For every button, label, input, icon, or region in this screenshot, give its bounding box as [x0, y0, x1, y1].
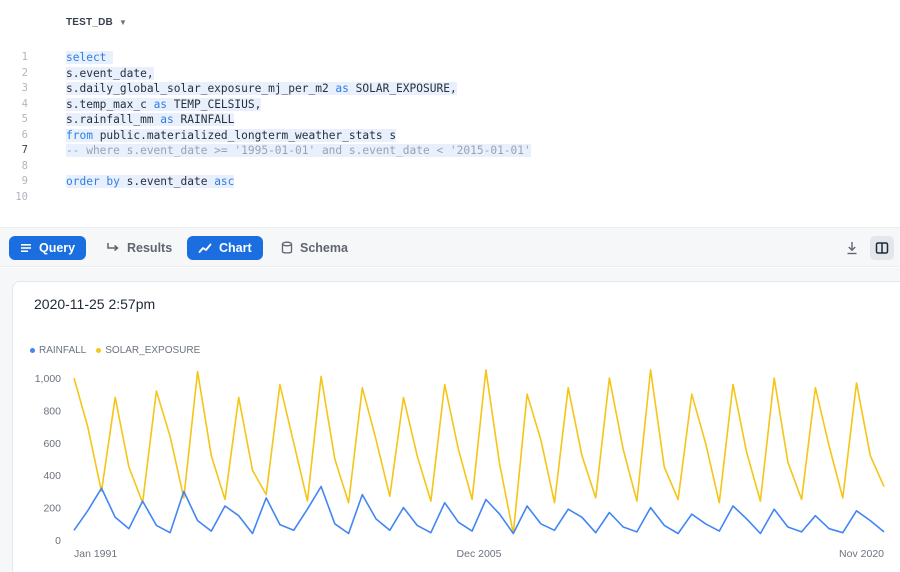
code-text: select: [66, 50, 114, 66]
code-token: public.materialized_longterm_weather_sta…: [92, 128, 397, 142]
tab-results[interactable]: Results: [95, 236, 183, 260]
code-token: as: [335, 82, 349, 95]
code-token: as: [153, 97, 168, 111]
code-token: s.daily_global_solar_exposure_mj_per_m2: [66, 82, 336, 95]
y-tick-label: 400: [43, 470, 61, 482]
tab-schema[interactable]: Schema: [270, 236, 359, 260]
series-line-solar-exposure[interactable]: [73, 369, 885, 535]
code-line[interactable]: 5 s.rainfall_mm as RAINFALL: [0, 112, 900, 128]
result-toolbar: Query Results Chart Schema: [0, 227, 900, 267]
line-chart-icon: [198, 243, 212, 253]
chevron-down-icon: ▼: [118, 18, 128, 27]
code-line[interactable]: 3 s.daily_global_solar_exposure_mj_per_m2…: [0, 81, 900, 97]
y-tick-label: 800: [43, 405, 61, 417]
code-token: -- where s.event_date >= '1995-01-01' an…: [66, 144, 531, 157]
line-number: 2: [21, 66, 28, 79]
legend-dot: [30, 348, 35, 353]
chart-legend: RAINFALL SOLAR_EXPOSURE: [30, 345, 200, 356]
line-number: 3: [21, 82, 28, 94]
tab-results-label: Results: [127, 241, 173, 255]
code-line[interactable]: 8: [0, 159, 900, 175]
download-button[interactable]: [840, 236, 864, 260]
tab-query-label: Query: [39, 241, 76, 255]
split-panel-icon: [875, 242, 889, 254]
line-number: 5: [21, 113, 28, 125]
legend-label: RAINFALL: [39, 345, 87, 356]
x-tick-label: Jan 1991: [74, 548, 117, 560]
tab-chart-label: Chart: [219, 241, 252, 255]
tab-chart[interactable]: Chart: [187, 236, 263, 260]
code-token: order by: [66, 175, 120, 188]
legend-item-rainfall[interactable]: RAINFALL: [30, 345, 86, 356]
database-name: TEST_DB: [66, 17, 113, 28]
code-text: from public.materialized_longterm_weathe…: [66, 128, 397, 144]
code-token: s.temp_max_c: [66, 97, 154, 111]
code-token: select: [66, 51, 114, 64]
code-token: s.event_date,: [66, 66, 154, 80]
code-token: SOLAR_EXPOSURE,: [348, 82, 457, 95]
lines-icon: [21, 244, 31, 252]
code-line[interactable]: 6 from public.materialized_longterm_weath…: [0, 128, 900, 144]
y-tick-label: 1,000: [35, 373, 61, 385]
code-token: from: [66, 128, 93, 142]
code-token: RAINFALL: [173, 113, 235, 126]
tab-query[interactable]: Query: [9, 236, 87, 260]
y-tick-label: 600: [43, 438, 61, 450]
code-line[interactable]: 9 order by s.event_date asc: [0, 174, 900, 190]
code-line[interactable]: 7 -- where s.event_date >= '1995-01-01' a…: [0, 143, 900, 159]
tab-schema-label: Schema: [300, 241, 348, 255]
split-view-button[interactable]: [870, 236, 894, 260]
chart-title: 2020-11-25 2:57pm: [34, 296, 156, 312]
code-token: s.rainfall_mm: [66, 113, 161, 126]
download-icon: [847, 242, 857, 255]
database-selector[interactable]: TEST_DB ▼: [66, 17, 127, 28]
x-tick-label: Dec 2005: [457, 548, 502, 560]
return-arrow-icon: [107, 243, 119, 252]
x-tick-label: Nov 2020: [839, 548, 884, 560]
line-number: 1: [21, 51, 28, 63]
code-line[interactable]: 10: [0, 190, 900, 206]
y-tick-label: 0: [55, 535, 61, 547]
sql-editor[interactable]: 1 select 2 s.event_date, 3 s.daily_global_so…: [0, 50, 900, 210]
code-text: -- where s.event_date >= '1995-01-01' an…: [66, 143, 531, 159]
line-number: 8: [21, 159, 28, 172]
code-text: s.event_date,: [66, 66, 154, 82]
code-line[interactable]: 1 select: [0, 50, 900, 66]
code-line[interactable]: 2 s.event_date,: [0, 66, 900, 82]
database-icon: [281, 241, 293, 254]
code-token: s.event_date: [119, 175, 215, 188]
code-token: TEMP_CELSIUS,: [167, 97, 262, 111]
series-line-rainfall[interactable]: [73, 485, 885, 535]
y-tick-label: 200: [43, 503, 61, 515]
code-text: order by s.event_date asc: [66, 174, 235, 190]
line-number: 9: [21, 175, 28, 187]
code-text: s.temp_max_c as TEMP_CELSIUS,: [66, 97, 262, 113]
code-token: asc: [214, 175, 235, 188]
line-number: 4: [21, 97, 28, 110]
legend-dot: [96, 348, 102, 353]
code-token: as: [160, 113, 174, 126]
line-number: 10: [15, 190, 28, 203]
code-line[interactable]: 4 s.temp_max_c as TEMP_CELSIUS,: [0, 97, 900, 113]
line-number: 6: [21, 128, 28, 141]
line-number: 7: [21, 144, 28, 156]
legend-item-solar-exposure[interactable]: SOLAR_EXPOSURE: [96, 345, 200, 356]
line-chart[interactable]: 0 200 400 600 800 1,000 Jan 1991 Dec 2005 Nov 20…: [0, 360, 900, 572]
code-text: s.rainfall_mm as RAINFALL: [66, 112, 235, 128]
legend-label: SOLAR_EXPOSURE: [105, 345, 201, 356]
code-text: s.daily_global_solar_exposure_mj_per_m2 …: [66, 81, 457, 97]
